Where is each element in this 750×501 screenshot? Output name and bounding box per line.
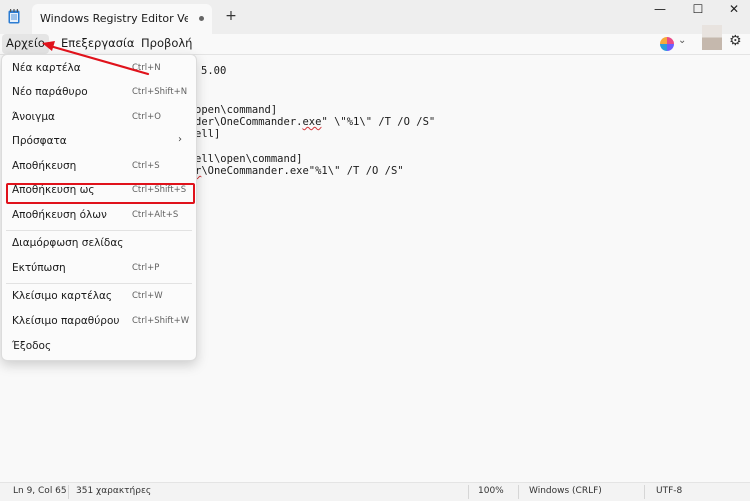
- minimize-button[interactable]: —: [642, 0, 678, 18]
- encoding[interactable]: UTF-8: [656, 486, 682, 496]
- editor-line-4: der\OneCommander.exe" \"%1\" /T /O /S": [195, 116, 435, 128]
- menu-item-shortcut: Ctrl+S: [132, 161, 160, 171]
- close-button[interactable]: ✕: [716, 0, 750, 18]
- menu-separator: [6, 283, 192, 284]
- character-count: 351 χαρακτήρες: [76, 486, 152, 496]
- status-separator: [68, 485, 69, 499]
- file-menu-dropdown: Νέα καρτέλα Ctrl+N Νέο παράθυρο Ctrl+Shi…: [1, 54, 197, 361]
- menu-item-label: Αποθήκευση όλων: [12, 209, 107, 221]
- menu-item-shortcut: Ctrl+W: [132, 291, 163, 301]
- menu-item-label: Νέα καρτέλα: [12, 62, 81, 74]
- menu-item-new-tab[interactable]: Νέα καρτέλα Ctrl+N: [2, 58, 196, 80]
- menu-item-label: Αποθήκευση: [12, 160, 77, 172]
- editor-line-3: open\command]: [195, 104, 278, 116]
- notepad-icon: [8, 9, 20, 24]
- editor-line-8: r\OneCommander.exe"%1\" /T /O /S": [195, 165, 404, 177]
- menu-item-label: Άνοιγμα: [12, 111, 55, 123]
- menu-item-shortcut: Ctrl+Shift+W: [132, 316, 190, 326]
- copilot-icon[interactable]: [660, 37, 674, 51]
- menu-view[interactable]: Προβολή: [141, 34, 192, 54]
- editor-line-8-b: \OneCommander.exe"%1\" /T /O /S": [201, 165, 404, 177]
- spelling-error-word[interactable]: exe: [302, 116, 321, 128]
- maximize-button[interactable]: ☐: [680, 0, 716, 18]
- menu-item-exit[interactable]: Έξοδος: [2, 336, 196, 358]
- menu-file[interactable]: Αρχείο: [2, 34, 49, 54]
- menu-item-label: Έξοδος: [12, 340, 52, 352]
- chevron-right-icon: ›: [178, 134, 182, 145]
- menu-item-shortcut: Ctrl+O: [132, 112, 161, 122]
- menu-item-page-setup[interactable]: Διαμόρφωση σελίδας: [2, 233, 196, 255]
- cursor-position: Ln 9, Col 65: [13, 486, 67, 496]
- menu-item-label: Κλείσιμο καρτέλας: [12, 290, 113, 302]
- editor-line-4-b: " \"%1\" /T /O /S": [321, 116, 436, 128]
- line-ending[interactable]: Windows (CRLF): [529, 486, 602, 496]
- status-separator: [644, 485, 645, 499]
- menu-item-save[interactable]: Αποθήκευση Ctrl+S: [2, 156, 196, 178]
- menu-bar: Αρχείο Επεξεργασία Προβολή ⌄: [0, 34, 750, 54]
- menu-item-label: Νέο παράθυρο: [12, 86, 88, 98]
- editor-line-1: 5.00: [201, 65, 227, 77]
- highlight-box: [6, 183, 195, 204]
- status-bar: Ln 9, Col 65 351 χαρακτήρες 100% Windows…: [0, 482, 750, 501]
- menu-item-recent[interactable]: Πρόσφατα ›: [2, 131, 196, 153]
- tab-document[interactable]: Windows Registry Editor Version 5.0: [32, 4, 212, 34]
- menu-item-close-window[interactable]: Κλείσιμο παραθύρου Ctrl+Shift+W: [2, 311, 196, 333]
- menu-item-label: Κλείσιμο παραθύρου: [12, 315, 120, 327]
- menu-item-label: Εκτύπωση: [12, 262, 66, 274]
- chevron-down-icon[interactable]: ⌄: [678, 35, 686, 46]
- editor-line-5: ell]: [195, 128, 221, 140]
- new-tab-button[interactable]: +: [222, 6, 240, 26]
- title-bar: Windows Registry Editor Version 5.0 + — …: [0, 0, 750, 34]
- avatar[interactable]: [702, 25, 722, 50]
- menu-item-shortcut: Ctrl+P: [132, 263, 160, 273]
- status-separator: [468, 485, 469, 499]
- menu-item-shortcut: Ctrl+N: [132, 63, 161, 73]
- menu-item-open[interactable]: Άνοιγμα Ctrl+O: [2, 107, 196, 129]
- tab-title: Windows Registry Editor Version 5.0: [40, 12, 188, 25]
- menu-item-label: Διαμόρφωση σελίδας: [12, 237, 124, 249]
- zoom-level[interactable]: 100%: [478, 486, 504, 496]
- menu-separator: [6, 230, 192, 231]
- menu-item-new-window[interactable]: Νέο παράθυρο Ctrl+Shift+N: [2, 82, 196, 104]
- menu-item-print[interactable]: Εκτύπωση Ctrl+P: [2, 258, 196, 280]
- menu-item-label: Πρόσφατα: [12, 135, 67, 147]
- unsaved-dot-icon[interactable]: [199, 16, 204, 21]
- menu-item-save-all[interactable]: Αποθήκευση όλων Ctrl+Alt+S: [2, 205, 196, 227]
- menu-item-shortcut: Ctrl+Shift+N: [132, 87, 188, 97]
- menu-item-close-tab[interactable]: Κλείσιμο καρτέλας Ctrl+W: [2, 286, 196, 308]
- editor-line-7: ell\open\command]: [195, 153, 303, 165]
- status-separator: [518, 485, 519, 499]
- editor-line-4-a: der\OneCommander.: [195, 116, 303, 128]
- menu-edit[interactable]: Επεξεργασία: [61, 34, 134, 54]
- menu-item-shortcut: Ctrl+Alt+S: [132, 210, 179, 220]
- gear-icon[interactable]: ⚙: [729, 33, 742, 49]
